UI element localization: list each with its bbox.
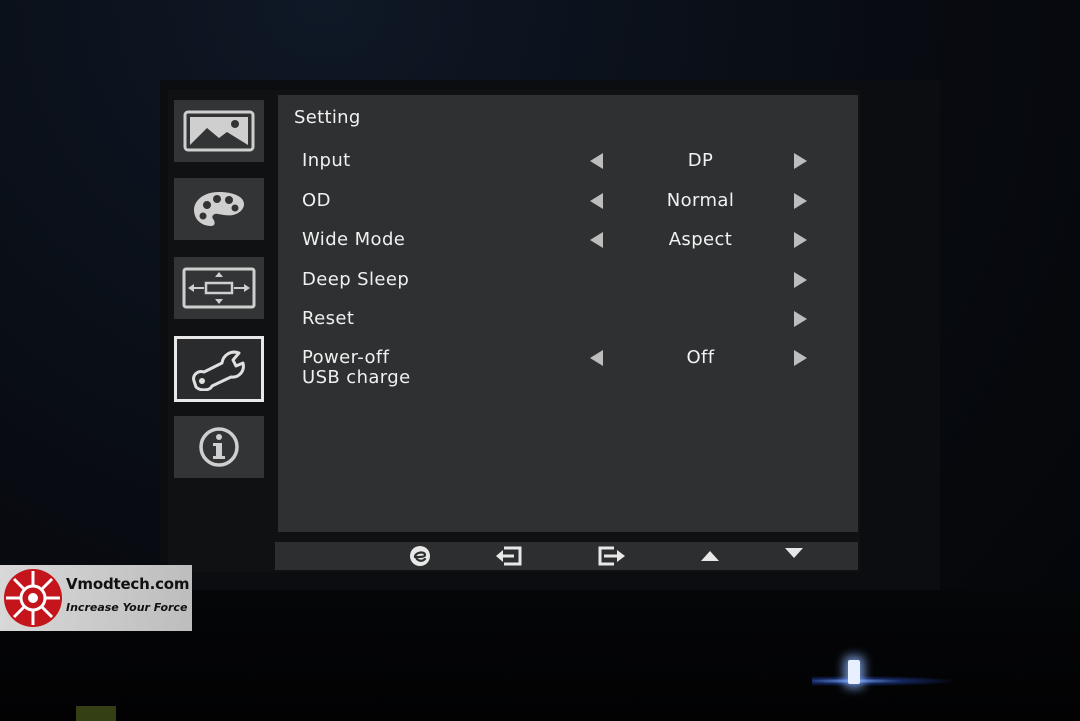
wrench-setting-icon [192, 350, 245, 391]
exit-icon [496, 546, 522, 566]
osd-menu: Setting Input DP OD Normal Wide Mode Asp… [168, 90, 860, 572]
setting-value: Aspect [668, 229, 733, 250]
setting-label: OD [302, 190, 331, 211]
settings-panel: Setting Input DP OD Normal Wide Mode Asp… [278, 95, 858, 532]
watermark-name: Vmodtech.com [66, 575, 190, 593]
setting-label: Wide Mode [302, 229, 406, 250]
setting-label: Deep Sleep [302, 269, 410, 290]
right-arrow-icon[interactable] [794, 153, 807, 169]
left-arrow-icon[interactable] [590, 153, 603, 169]
e-key-icon [410, 546, 430, 566]
right-arrow-icon[interactable] [794, 193, 807, 209]
up-button[interactable] [695, 545, 725, 567]
setting-value: DP [687, 150, 714, 171]
power-led [848, 660, 860, 684]
down-button[interactable] [779, 542, 809, 564]
right-arrow-icon[interactable] [794, 350, 807, 366]
display-position-icon [182, 267, 256, 309]
sidebar-tab-color[interactable] [174, 178, 264, 240]
setting-row-od[interactable]: OD Normal [278, 191, 858, 231]
setting-row-wide-mode[interactable]: Wide Mode Aspect [278, 230, 858, 270]
power-led-glow [812, 676, 952, 686]
enter-icon [598, 546, 625, 566]
sidebar-tab-info[interactable] [174, 416, 264, 478]
setting-row-input[interactable]: Input DP [278, 151, 858, 191]
photo-scene: Setting Input DP OD Normal Wide Mode Asp… [0, 0, 1080, 721]
enter-button[interactable] [597, 545, 627, 567]
background-object [76, 706, 116, 721]
sidebar-tab-setting[interactable] [174, 336, 264, 402]
sidebar-tab-picture[interactable] [174, 100, 264, 162]
exit-button[interactable] [493, 545, 523, 567]
color-palette-icon [194, 192, 244, 226]
button-hint-bar [275, 542, 858, 570]
setting-row-power-off-usb-charge[interactable]: Power-off USB charge Off [278, 348, 858, 398]
setting-row-reset[interactable]: Reset [278, 309, 858, 349]
vmodtech-logo-icon [4, 569, 62, 627]
info-icon [199, 427, 239, 467]
setting-label: Power-off USB charge [302, 347, 411, 388]
e-key-button[interactable] [405, 545, 435, 567]
right-arrow-icon[interactable] [794, 311, 807, 327]
left-arrow-icon[interactable] [590, 193, 603, 209]
setting-label: Reset [302, 308, 355, 329]
down-arrow-icon [785, 548, 803, 558]
setting-value: Normal [666, 190, 735, 211]
sidebar-tab-display[interactable] [174, 257, 264, 319]
up-arrow-icon [701, 551, 719, 561]
watermark-logo: Vmodtech.com Increase Your Force [0, 565, 192, 631]
left-arrow-icon[interactable] [590, 350, 603, 366]
left-arrow-icon[interactable] [590, 232, 603, 248]
setting-value: Off [686, 347, 715, 368]
watermark-tagline: Increase Your Force [66, 601, 188, 614]
right-arrow-icon[interactable] [794, 272, 807, 288]
panel-title: Setting [294, 107, 361, 128]
setting-row-deep-sleep[interactable]: Deep Sleep [278, 270, 858, 310]
right-arrow-icon[interactable] [794, 232, 807, 248]
setting-label: Input [302, 150, 351, 171]
picture-icon [183, 110, 255, 152]
